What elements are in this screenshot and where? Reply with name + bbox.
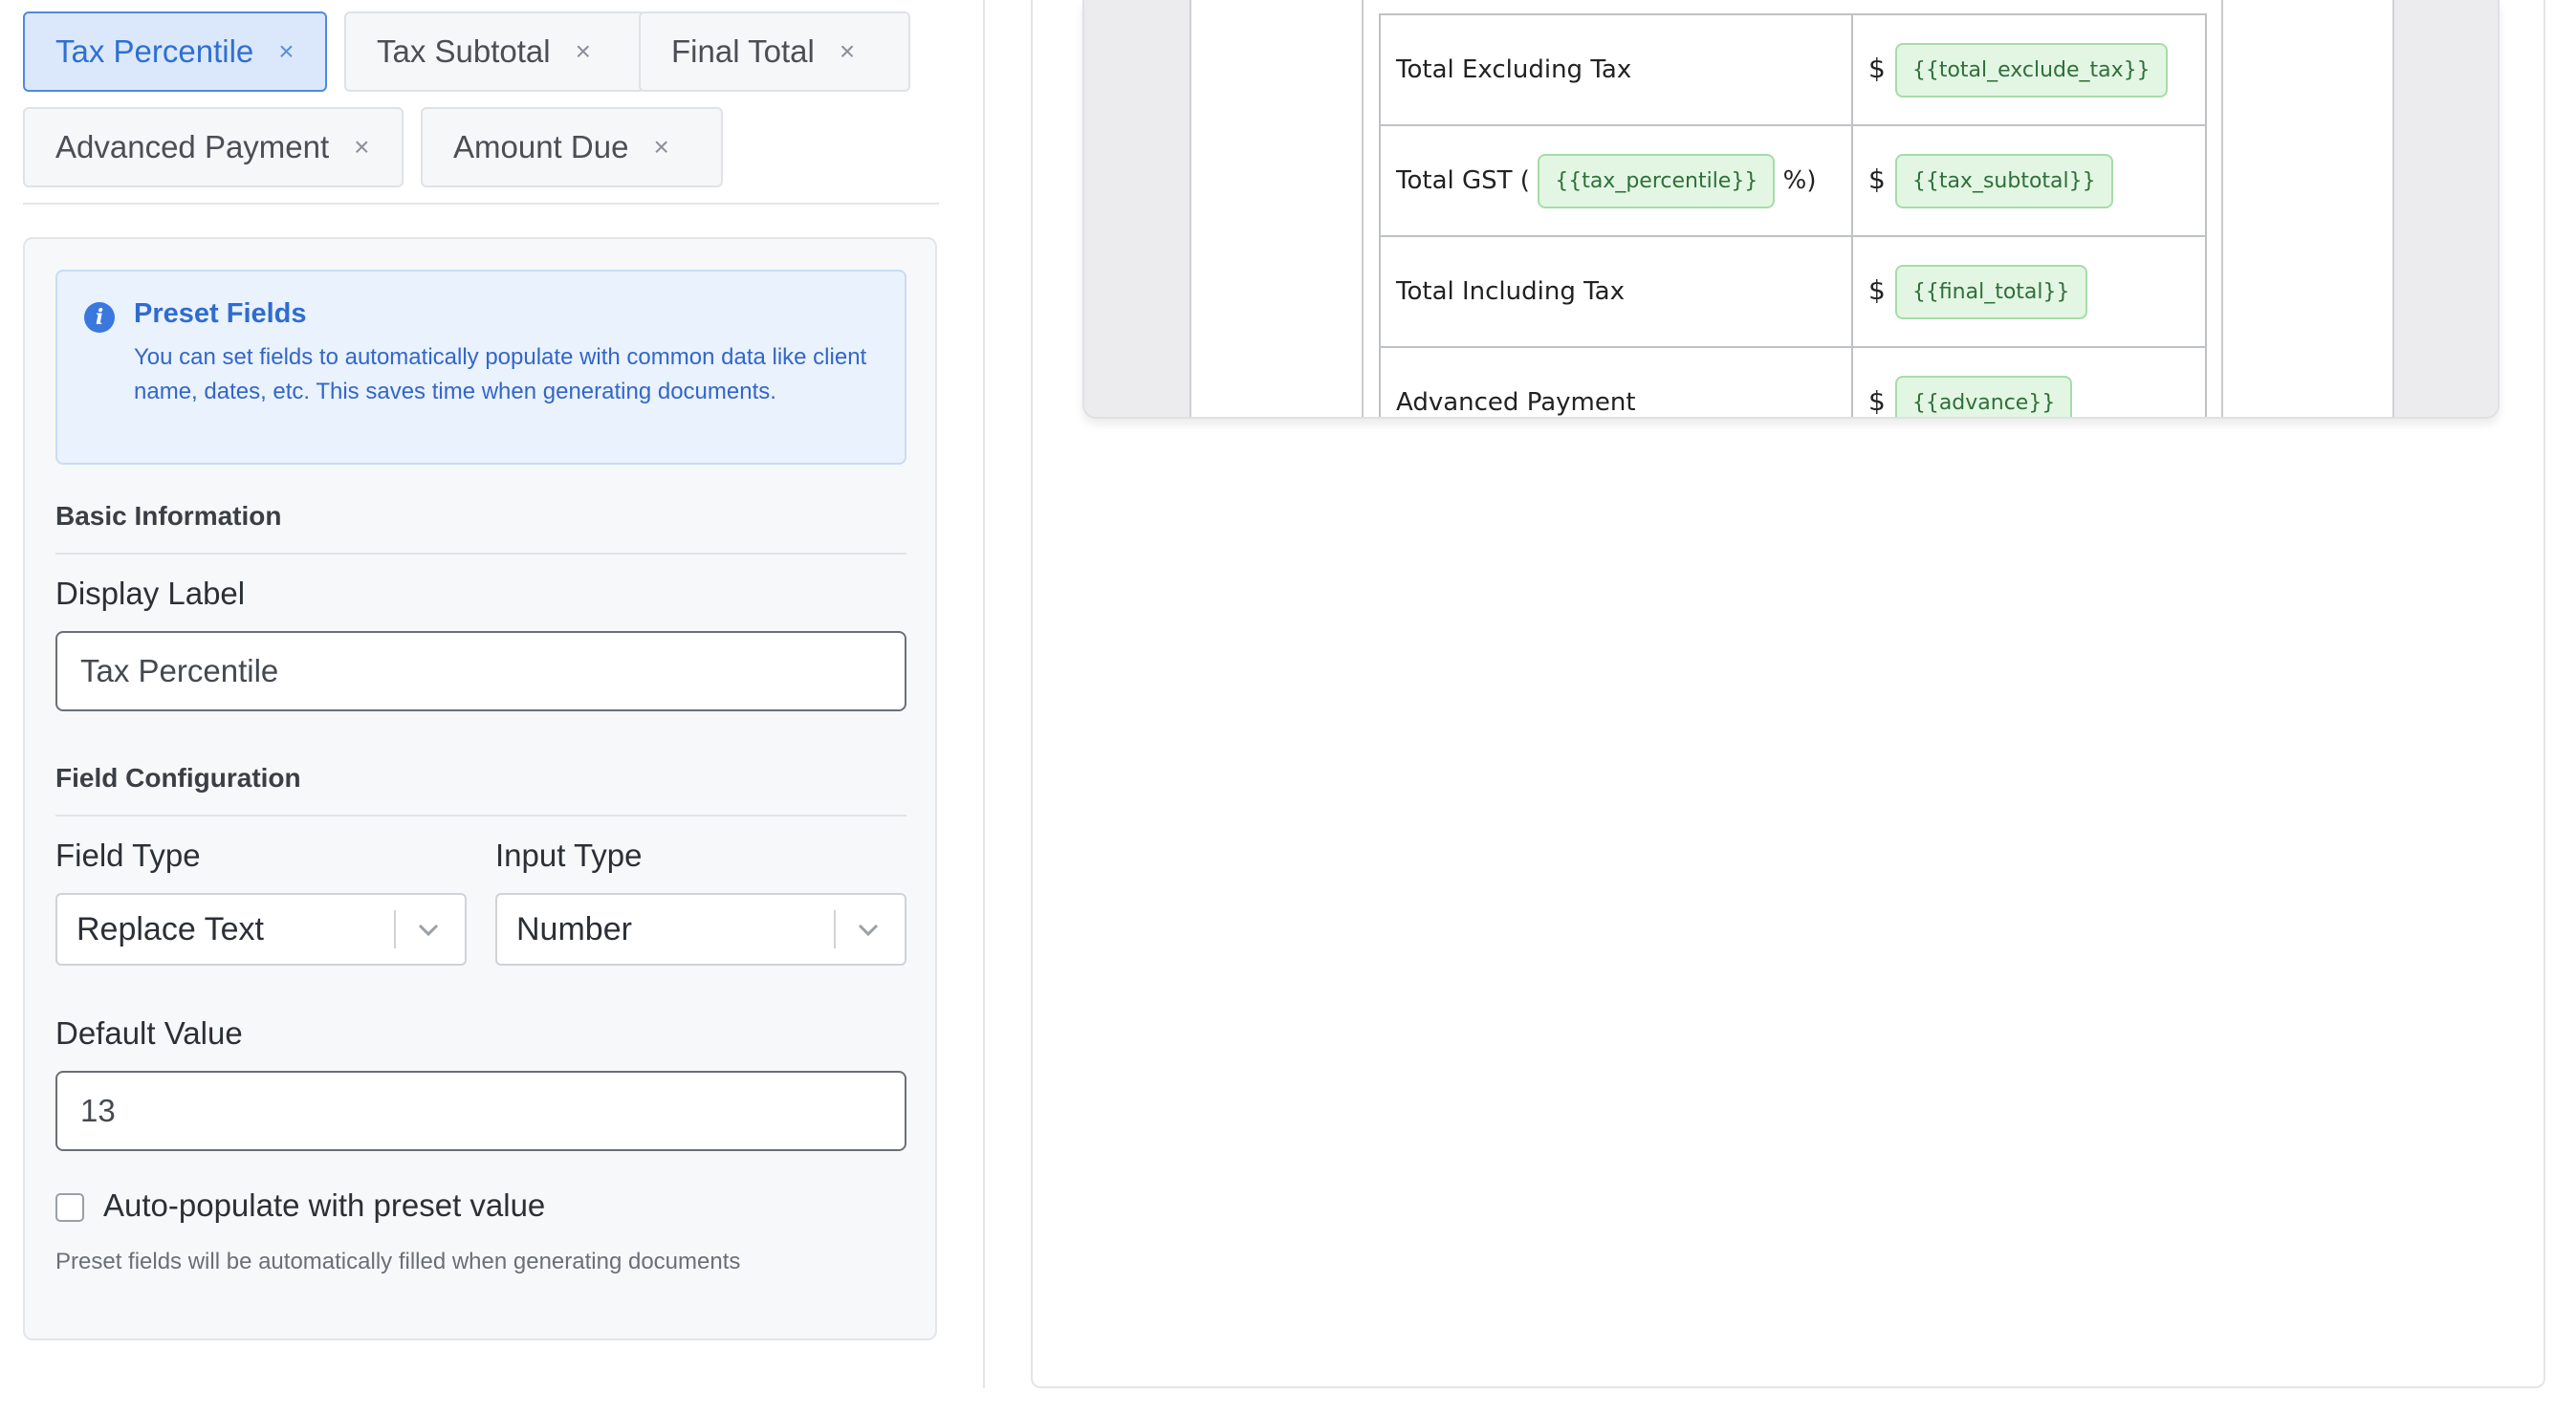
chip-tax-subtotal[interactable]: Tax Subtotal × [344, 11, 646, 92]
row-value: $ {{tax_subtotal}} [1851, 124, 2207, 237]
document-content: Total Excluding Tax $ {{total_exclude_tax… [1362, 0, 2223, 417]
field-type-title: Field Type [55, 838, 201, 873]
row-label: Total Excluding Tax [1379, 13, 1853, 126]
row-label: Advanced Payment [1379, 346, 1853, 417]
chevron-down-icon[interactable] [851, 912, 885, 947]
divider [55, 815, 906, 816]
default-value-title: Default Value [55, 1015, 243, 1051]
close-icon[interactable]: × [840, 36, 855, 67]
section-title-config: Field Configuration [55, 763, 301, 793]
row-value: $ {{advance}} [1851, 346, 2207, 417]
chip-label: Amount Due [453, 129, 629, 164]
row-value: $ {{final_total}} [1851, 235, 2207, 348]
chip-label: Tax Subtotal [377, 33, 551, 69]
chip-tax-percentile[interactable]: Tax Percentile × [23, 11, 327, 92]
preset-hint-text: Preset fields will be automatically fill… [55, 1249, 741, 1274]
document-page: Total Excluding Tax $ {{total_exclude_tax… [1190, 0, 2394, 417]
divider [55, 553, 906, 555]
row-label: Total Including Tax [1379, 235, 1853, 348]
field-type-value: Replace Text [76, 910, 264, 947]
table-row: Advanced Payment $ {{advance}} [1379, 346, 2207, 417]
default-value-input[interactable]: 13 [55, 1071, 906, 1151]
placeholder-tag[interactable]: {{total_exclude_tax}} [1894, 42, 2168, 98]
close-icon[interactable]: × [576, 36, 591, 67]
display-label-input[interactable]: Tax Percentile [55, 631, 906, 711]
document-preview-frame[interactable]: Total Excluding Tax $ {{total_exclude_tax… [1082, 0, 2500, 419]
row-label-prefix: Total GST ( [1396, 165, 1530, 195]
placeholder-tag[interactable]: {{advance}} [1894, 375, 2073, 417]
auto-populate-checkbox[interactable] [55, 1193, 84, 1222]
totals-table: Total Excluding Tax $ {{total_exclude_tax… [1379, 13, 2207, 417]
chip-amount-due[interactable]: Amount Due × [421, 107, 723, 187]
placeholder-tag[interactable]: {{final_total}} [1894, 264, 2087, 319]
row-value: $ {{total_exclude_tax}} [1851, 13, 2207, 126]
row-label: Total GST ( {{tax_percentile}} %) [1379, 124, 1853, 237]
placeholder-tag[interactable]: {{tax_subtotal}} [1894, 153, 2113, 208]
input-type-value: Number [516, 910, 632, 947]
display-label-title: Display Label [55, 576, 246, 611]
info-icon: i [84, 302, 115, 333]
auto-populate-label[interactable]: Auto-populate with preset value [103, 1187, 545, 1224]
chevron-down-icon[interactable] [411, 912, 446, 947]
close-icon[interactable]: × [278, 36, 294, 67]
chip-label: Advanced Payment [55, 129, 330, 164]
select-separator [834, 910, 836, 948]
info-title: Preset Fields [134, 298, 307, 329]
currency-symbol: $ [1868, 273, 1886, 306]
close-icon[interactable]: × [354, 132, 369, 163]
close-icon[interactable]: × [653, 132, 668, 163]
chip-advanced-payment[interactable]: Advanced Payment × [23, 107, 404, 187]
chip-final-total[interactable]: Final Total × [639, 11, 910, 92]
currency-symbol: $ [1868, 384, 1886, 417]
chip-label: Final Total [671, 33, 815, 69]
field-type-select[interactable]: Replace Text [55, 893, 467, 966]
info-text: You can set fields to automatically popu… [134, 344, 867, 404]
currency-symbol: $ [1868, 163, 1886, 195]
currency-symbol: $ [1868, 52, 1886, 84]
select-separator [394, 910, 396, 948]
input-type-title: Input Type [495, 838, 643, 873]
field-settings-card: i Preset Fields You can set fields to au… [23, 237, 937, 1340]
divider [23, 203, 939, 205]
table-row: Total Including Tax $ {{final_total}} [1379, 235, 2207, 348]
field-editor-panel: Tax Percentile × Tax Subtotal × Final To… [0, 0, 985, 1388]
chip-label: Tax Percentile [55, 33, 254, 69]
input-type-select[interactable]: Number [495, 893, 906, 966]
preset-fields-info-box: i Preset Fields You can set fields to au… [55, 270, 906, 465]
table-row: Total GST ( {{tax_percentile}} %) $ {{tax… [1379, 124, 2207, 237]
placeholder-tag[interactable]: {{tax_percentile}} [1538, 153, 1776, 208]
table-row: Total Excluding Tax $ {{total_exclude_tax… [1379, 13, 2207, 126]
row-label-suffix: %) [1782, 165, 1817, 195]
section-title-basic: Basic Information [55, 501, 282, 531]
document-preview-panel: Total Excluding Tax $ {{total_exclude_tax… [1031, 0, 2545, 1388]
